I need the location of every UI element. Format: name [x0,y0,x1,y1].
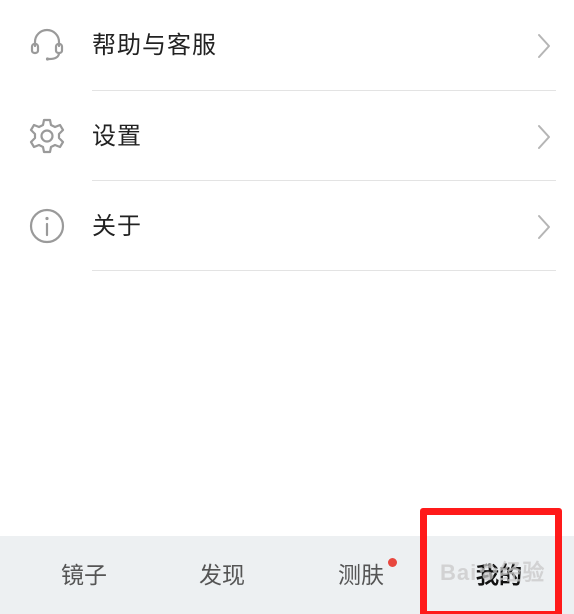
menu-item-settings[interactable]: 设置 [0,91,574,181]
profile-screen: 帮助与客服 设置 关于 镜子 发现 测肤 我的 Bai 经验 [0,0,574,614]
chevron-right-icon [536,124,552,150]
divider [92,270,556,271]
chevron-right-icon [536,214,552,240]
menu-item-help[interactable]: 帮助与客服 [0,0,574,90]
menu-item-label: 关于 [92,212,142,240]
highlight-box [420,508,562,614]
menu-item-label: 帮助与客服 [92,31,217,59]
menu-item-about[interactable]: 关于 [0,181,574,271]
headset-icon [28,26,66,64]
gear-icon [28,117,66,155]
tab-discover[interactable]: 发现 [199,560,245,592]
info-icon [28,207,66,245]
tab-skin-test[interactable]: 测肤 [338,560,384,592]
menu-item-label: 设置 [92,122,142,150]
chevron-right-icon [536,33,552,59]
notification-dot [388,558,397,567]
tab-mirror[interactable]: 镜子 [61,560,107,592]
